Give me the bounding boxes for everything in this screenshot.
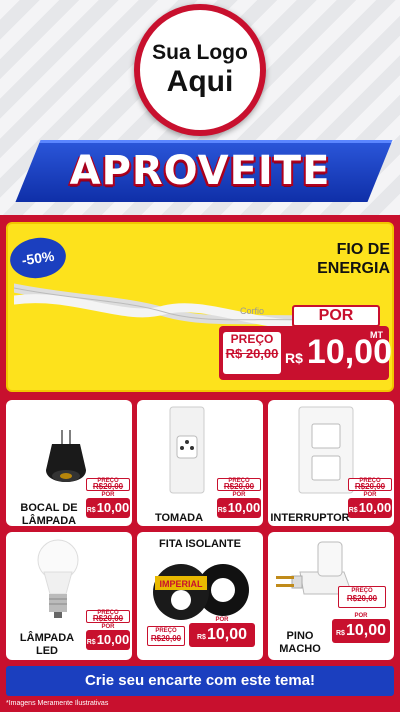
price-tag: POR R$10,00 [332, 612, 390, 654]
logo-line-2: Aqui [166, 65, 234, 98]
price-value: R$10,00 [86, 498, 130, 518]
switch-icon [298, 406, 354, 494]
product-name: TOMADA [154, 512, 204, 524]
price-tag: PREÇO R$20,00 POR R$10,00 [217, 478, 261, 520]
product-card-lampada[interactable]: LÂMPADA LED PREÇO R$20,00 POR R$10,00 [6, 532, 132, 660]
led-bulb-icon [37, 539, 79, 618]
product-card-fita[interactable]: FITA ISOLANTE IMPERIAL PREÇO R$20,00 POR … [137, 532, 263, 660]
old-price-tag: PREÇO R$20,00 [147, 626, 185, 652]
price-value: R$10,00 [348, 498, 392, 518]
featured-por-label: POR [292, 305, 380, 327]
product-card-interruptor[interactable]: INTERRUPTOR PREÇO R$20,00 POR R$10,00 [268, 400, 394, 526]
featured-currency: R$ [285, 350, 303, 366]
price-value: R$10,00 [189, 623, 255, 647]
logo-placeholder: Sua Logo Aqui [134, 4, 266, 136]
old-price-box: PREÇO R$20,00 [338, 586, 386, 608]
featured-unit: MT [370, 330, 383, 340]
cta-button[interactable]: Crie seu encarte com este tema! [6, 666, 394, 696]
featured-old-label: PREÇO [230, 332, 274, 346]
product-name: BOCAL DE LÂMPADA [20, 502, 78, 526]
product-name: FITA ISOLANTE [159, 538, 241, 550]
product-card-tomada[interactable]: TOMADA PREÇO R$20,00 POR R$10,00 [137, 400, 263, 526]
product-name: LÂMPADA LED [19, 632, 75, 657]
price-tag: PREÇO R$20,00 POR R$10,00 [348, 478, 392, 520]
price-tag: PREÇO R$20,00 POR R$10,00 [86, 610, 130, 652]
outlet-icon [169, 406, 205, 494]
price-value: R$10,00 [332, 619, 390, 643]
old-price-box: PREÇO R$20,00 [86, 478, 130, 491]
price-tag: PREÇO R$20,00 POR R$10,00 [86, 478, 130, 520]
product-name: PINO MACHO [279, 630, 321, 655]
disclaimer-note: *Imagens Meramente Ilustrativas [6, 700, 109, 707]
price-tag: POR R$10,00 [189, 616, 255, 658]
cable-brand: Corfio [240, 306, 264, 316]
old-price-tag: PREÇO R$20,00 [338, 586, 386, 612]
featured-old-price: R$ 20,00 [225, 346, 279, 361]
product-card-pino[interactable]: PINO MACHO PREÇO R$20,00 POR R$10,00 [268, 532, 394, 660]
product-card-bocal[interactable]: BOCAL DE LÂMPADA PREÇO R$20,00 POR R$10,0… [6, 400, 132, 526]
old-price-box: PREÇO R$20,00 [86, 610, 130, 623]
tape-brand: IMPERIAL [159, 579, 203, 589]
featured-price-tag: PREÇO R$ 20,00 R$ 10,00 MT [219, 326, 392, 380]
old-price-box: PREÇO R$20,00 [147, 626, 185, 646]
price-value: R$10,00 [217, 498, 261, 518]
bulb-socket-icon [46, 430, 86, 482]
old-price-box: PREÇO R$20,00 [348, 478, 392, 491]
featured-old-price-box: PREÇO R$ 20,00 [223, 332, 281, 374]
old-price-box: PREÇO R$20,00 [217, 478, 261, 491]
logo-line-1: Sua Logo [152, 41, 248, 64]
banner-title: APROVEITE [69, 148, 331, 194]
tape-icon: IMPERIAL [153, 564, 249, 620]
price-value: R$10,00 [86, 630, 130, 650]
product-name: INTERRUPTOR [270, 512, 350, 524]
